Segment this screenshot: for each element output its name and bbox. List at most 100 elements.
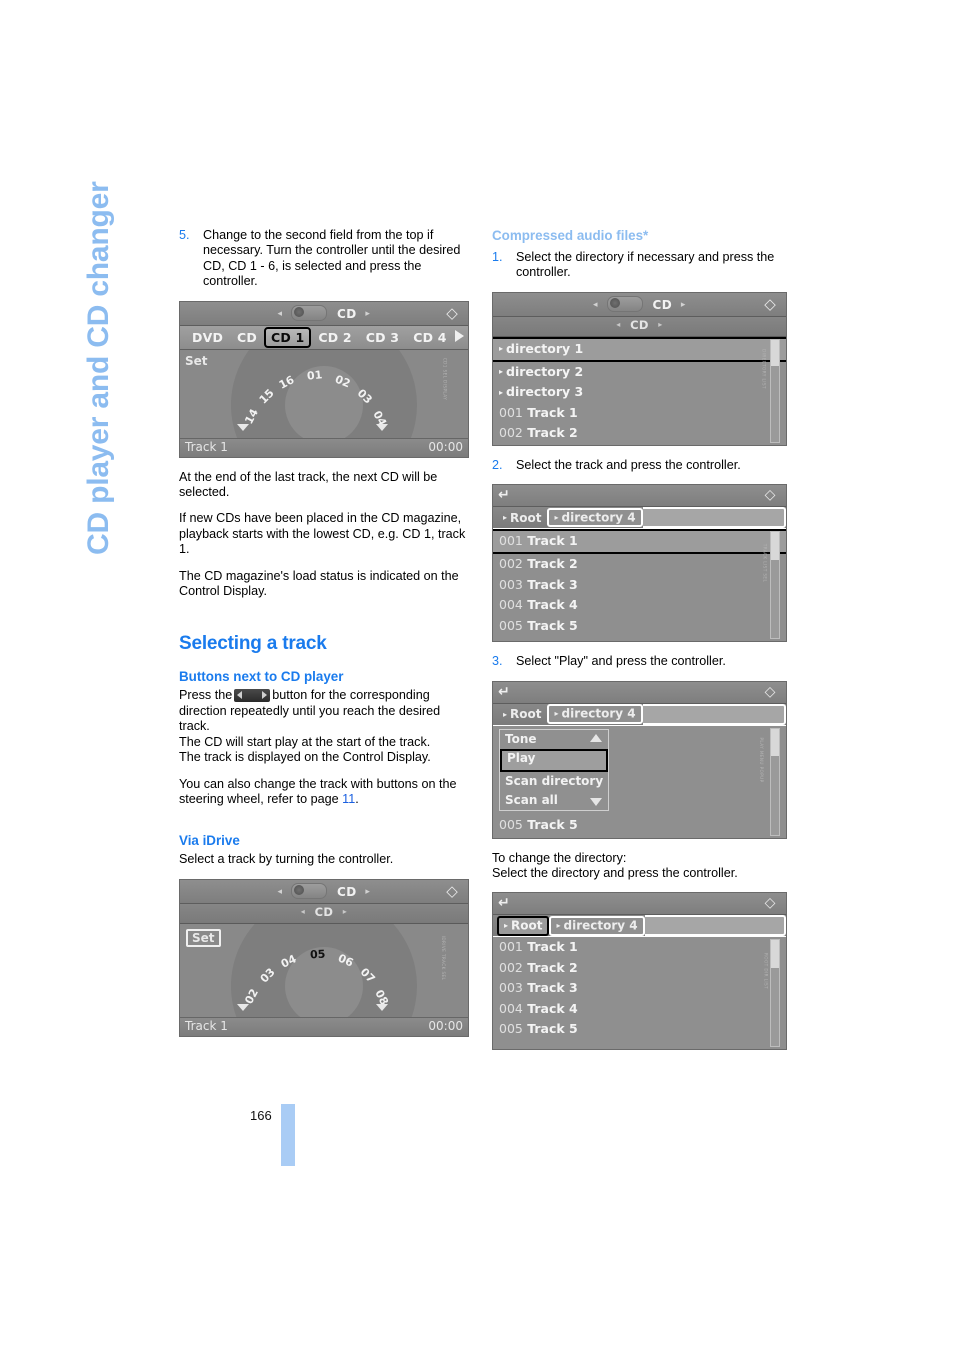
set-label[interactable]: Set bbox=[186, 928, 221, 947]
tab-cd-4[interactable]: CD 4 bbox=[406, 330, 453, 345]
figure-credit: DIRECTORY LIST bbox=[761, 348, 767, 389]
info-icon[interactable]: ◇ bbox=[760, 486, 780, 505]
dial-caret-left-icon bbox=[237, 1003, 249, 1011]
list-item[interactable]: 005 Track 5 bbox=[493, 815, 578, 836]
breadcrumb-root[interactable]: ▸ Root bbox=[497, 707, 547, 721]
list-item[interactable]: 002 Track 2 bbox=[493, 958, 786, 979]
chevron-right-icon: ▸ bbox=[499, 344, 504, 354]
menu-item-scan-directory[interactable]: Scan directory bbox=[500, 772, 608, 791]
list-item[interactable]: 002 Track 2 bbox=[493, 554, 786, 575]
list-item[interactable]: 002 Track 2 bbox=[493, 423, 786, 444]
tab-cd-3[interactable]: CD 3 bbox=[359, 330, 406, 345]
list-item-label: Track 1 bbox=[527, 404, 578, 420]
scrollbar[interactable] bbox=[770, 727, 780, 836]
list-item[interactable]: 005 Track 5 bbox=[493, 616, 786, 637]
list-item-number: 001 bbox=[499, 533, 523, 549]
scrollbar[interactable] bbox=[770, 338, 780, 443]
back-arrow-icon[interactable]: ↵ bbox=[498, 895, 510, 911]
menu-item-play[interactable]: Play bbox=[500, 748, 608, 772]
scroll-down-icon[interactable] bbox=[590, 797, 602, 806]
info-icon[interactable]: ◇ bbox=[760, 295, 780, 314]
left-column: 5. Change to the second field from the t… bbox=[179, 228, 469, 1049]
screen-play-menu: ↵ ◇ ▸ Root ▸ directory 4 Tone Play Scan di… bbox=[492, 680, 787, 839]
screen-cd-selector: ◂ CD ▸ ◇ DVD CD CD 1 CD 2 CD 3 CD 4 Set … bbox=[179, 300, 469, 458]
step-5-number: 5. bbox=[179, 228, 190, 242]
screen-status-bar: Track 1 00:00 bbox=[180, 437, 468, 457]
list-item-number: 003 bbox=[499, 576, 523, 592]
list-item-number: 004 bbox=[499, 597, 523, 613]
breadcrumb-filler bbox=[642, 703, 786, 725]
breadcrumb-directory[interactable]: ▸ directory 4 bbox=[547, 704, 643, 724]
screen-subheader-title: CD bbox=[314, 904, 334, 919]
list-item[interactable]: 001 Track 1 bbox=[493, 529, 786, 555]
list-item-number: 002 bbox=[499, 425, 523, 441]
scroll-up-icon[interactable] bbox=[590, 733, 602, 742]
chevron-right-icon: ▸ bbox=[499, 367, 504, 377]
list-item-label: Track 4 bbox=[527, 1000, 578, 1016]
screen-track-list: ↵ ◇ ▸ Root ▸ directory 4 001 Track 1 002 T… bbox=[492, 484, 787, 643]
skip-track-button-icon bbox=[234, 689, 271, 703]
figure-credit: CD1 SEL DISPLAY bbox=[442, 357, 448, 401]
tab-cd-1[interactable]: CD 1 bbox=[263, 326, 312, 348]
info-icon[interactable]: ◇ bbox=[760, 894, 780, 913]
back-arrow-icon[interactable]: ↵ bbox=[498, 487, 510, 503]
arrow-right-icon: ▸ bbox=[365, 886, 371, 897]
paragraph-cd-starts-play: The CD will start play at the start of t… bbox=[179, 734, 431, 749]
tab-cd-2[interactable]: CD 2 bbox=[311, 330, 358, 345]
list-item[interactable]: 004 Track 4 bbox=[493, 595, 786, 616]
dial-caret-left-icon bbox=[237, 423, 249, 431]
list-item[interactable]: 003 Track 3 bbox=[493, 978, 786, 999]
list-item-number: 003 bbox=[499, 980, 523, 996]
breadcrumb-directory[interactable]: ▸ directory 4 bbox=[547, 507, 643, 528]
arrow-left-icon: ◂ bbox=[593, 299, 599, 310]
back-arrow-icon[interactable]: ↵ bbox=[498, 684, 510, 700]
list-item[interactable]: ▸ directory 2 bbox=[493, 362, 786, 383]
home-icon[interactable]: ◇ bbox=[442, 882, 462, 901]
list-item[interactable]: 005 Track 5 bbox=[493, 1019, 786, 1040]
list-item[interactable]: 004 Track 4 bbox=[493, 999, 786, 1020]
more-right-icon[interactable] bbox=[455, 329, 464, 342]
screen-header: ◂ CD ▸ ◇ bbox=[493, 292, 786, 317]
screen-header: ◂ CD ▸ ◇ bbox=[180, 301, 468, 326]
status-track: Track 1 bbox=[185, 1018, 228, 1033]
arrow-left-icon: ◂ bbox=[616, 319, 621, 329]
scrollbar[interactable] bbox=[770, 939, 780, 1048]
screen-header-title: CD bbox=[652, 297, 673, 312]
breadcrumb-root[interactable]: ▸ Root bbox=[497, 916, 550, 936]
scrollbar[interactable] bbox=[770, 531, 780, 640]
tab-cd[interactable]: CD bbox=[230, 330, 264, 345]
right-column: Compressed audio files* 1. Select the di… bbox=[492, 228, 787, 1062]
info-icon[interactable]: ◇ bbox=[760, 683, 780, 702]
breadcrumb-directory[interactable]: ▸ directory 4 bbox=[549, 916, 645, 936]
breadcrumb-root[interactable]: ▸ Root bbox=[497, 511, 547, 525]
list-item-number: 001 bbox=[499, 939, 523, 955]
subheading-compressed-audio-files: Compressed audio files* bbox=[492, 228, 649, 243]
list-item[interactable]: 003 Track 3 bbox=[493, 575, 786, 596]
list-item-label: directory 3 bbox=[506, 384, 584, 400]
list-item-label: Track 3 bbox=[527, 980, 578, 996]
page-reference-link[interactable]: 11 bbox=[342, 792, 355, 806]
step-1-text: Select the directory if necessary and pr… bbox=[516, 250, 775, 280]
status-track: Track 1 bbox=[185, 439, 228, 454]
list-item[interactable]: ▸ directory 3 bbox=[493, 382, 786, 403]
figure-credit: PLAY MENU POPUP bbox=[758, 737, 764, 783]
figure-credit: TRACK LIST SEL bbox=[762, 543, 768, 583]
track-list: 001 Track 1 002 Track 2 003 Track 3 004 … bbox=[493, 529, 786, 642]
status-time: 00:00 bbox=[428, 439, 463, 454]
home-icon[interactable]: ◇ bbox=[442, 304, 462, 323]
screen-directory-list: ◂ CD ▸ ◇ ◂ CD ▸ ▸ directory 1 ▸ directory … bbox=[492, 291, 787, 446]
list-item[interactable]: 001 Track 1 bbox=[493, 403, 786, 424]
list-item-number: 004 bbox=[499, 1000, 523, 1016]
arrow-right-icon: ▸ bbox=[680, 299, 686, 310]
arrow-right-icon: ▸ bbox=[658, 319, 663, 329]
tab-dvd[interactable]: DVD bbox=[185, 330, 230, 345]
list-item-label: Track 5 bbox=[527, 817, 578, 833]
screen-subheader-title-group: ◂ CD ▸ bbox=[180, 905, 468, 919]
screen-header: ↵ ◇ bbox=[493, 893, 786, 916]
subheading-buttons-next-to-cd-player: Buttons next to CD player bbox=[179, 669, 344, 685]
breadcrumb-directory-label: directory 4 bbox=[561, 706, 636, 721]
list-item[interactable]: ▸ directory 1 bbox=[493, 336, 786, 362]
status-time: 00:00 bbox=[428, 1018, 463, 1033]
list-item[interactable]: 001 Track 1 bbox=[493, 937, 786, 958]
step-3-text: Select "Play" and press the controller. bbox=[516, 654, 726, 669]
